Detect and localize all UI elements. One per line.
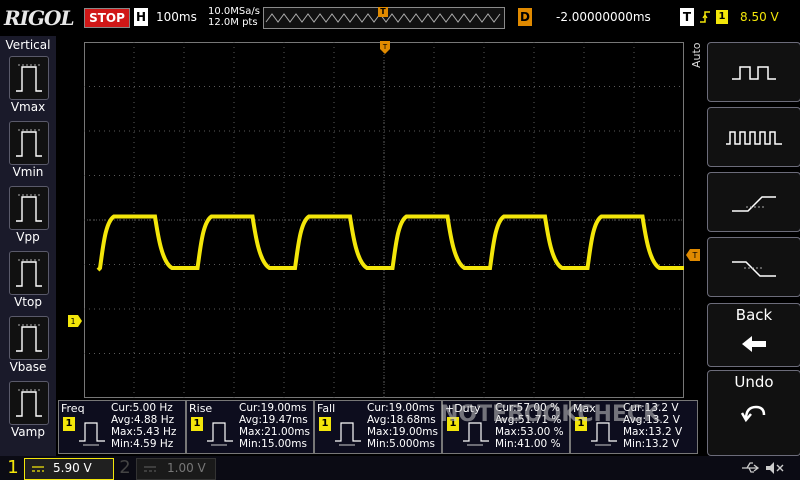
arrow-left-icon [742,336,766,352]
channel-1-scale-box[interactable]: 5.90 V [24,458,114,480]
channel-1-scale: 5.90 V [53,461,92,475]
back-label: Back [735,306,773,324]
vbase-icon [16,324,42,352]
back-button[interactable]: Back [707,303,800,367]
undo-icon [740,405,766,423]
measurement-freq[interactable]: Freq 1 Cur:5.00 Hz Avg:4.88 Hz Max:5.43 Hz Mi… [58,400,186,454]
run-stop-button[interactable]: STOP [84,8,130,28]
rising-edge-icon [732,196,776,212]
measurement-name: Rise [189,402,213,415]
measurement-average: Avg:19.47ms [239,414,308,426]
measurement-source-badge: 1 [319,417,331,431]
watermark: NOTEBOOKCHECK [440,402,661,427]
measure-vpp-button[interactable] [9,186,49,230]
measurement-minimum: Min:5.000ms [367,438,435,450]
waveform-display[interactable] [84,42,684,398]
measure-vmax-label: Vmax [10,100,46,114]
panel-title: Vertical [5,38,51,52]
measure-vtop-label: Vtop [14,295,42,309]
memory-depth: 12.0M pts [208,17,258,28]
vmax-icon [16,64,42,92]
rising-edge-icon [699,8,711,26]
measure-vmax-button[interactable] [9,56,49,100]
rise-measure-button[interactable] [707,172,800,232]
sample-rate: 10.0MSa/s [208,6,260,17]
trigger-level-marker[interactable]: T [686,246,700,261]
measurement-maximum: Max:21.00ms [239,426,311,438]
trigger-source-badge: 1 [716,10,728,24]
measurement-current: Cur:5.00 Hz [111,402,173,414]
measurement-maximum: Max:53.00 % [495,426,564,438]
measurement-current: Cur:19.00ms [239,402,307,414]
measure-vmin-button[interactable] [9,121,49,165]
fall-measure-button[interactable] [707,237,800,297]
measurement-current: Cur:19.00ms [367,402,435,414]
channel-1-marker-label: 1 [70,317,75,326]
undo-label: Undo [734,373,774,391]
undo-button[interactable]: Undo [707,370,800,456]
measurement-type-icon [79,422,105,446]
measurement-maximum: Max:13.2 V [623,426,683,438]
measure-vmin-label: Vmin [12,165,44,179]
measurement-name: Freq [61,402,85,415]
measurement-fall[interactable]: Fall 1 Cur:19.00ms Avg:18.68ms Max:19.00ms Mi… [314,400,442,454]
trigger-time-marker: T [380,40,390,54]
measurement-maximum: Max:5.43 Hz [111,426,177,438]
measurement-name: Fall [317,402,336,415]
measure-vtop-button[interactable] [9,251,49,295]
trigger-label: T [680,8,694,26]
freq-measure-button[interactable] [707,107,800,167]
measurement-average: Avg:4.88 Hz [111,414,175,426]
measurement-minimum: Min:41.00 % [495,438,561,450]
measurement-minimum: Min:13.2 V [623,438,680,450]
period-measure-button[interactable] [707,42,800,102]
measurement-source-badge: 1 [63,417,75,431]
measure-vbase-label: Vbase [9,360,47,374]
channel-1-number: 1 [7,457,19,478]
auto-mode-label: Auto [690,42,703,68]
measure-vpp-label: Vpp [16,230,40,244]
vmin-icon [16,129,42,157]
channel-1-offset-marker[interactable]: 1 [68,312,82,327]
measurement-type-icon [335,422,361,446]
speaker-muted-icon[interactable] [764,460,786,476]
measure-vamp-button[interactable] [9,381,49,425]
measurement-source-badge: 1 [191,417,203,431]
trigger-level-marker-label: T [692,251,698,260]
square-wave-icon [732,66,776,80]
measurement-rise[interactable]: Rise 1 Cur:19.00ms Avg:19.47ms Max:21.00ms Mi… [186,400,314,454]
measurement-type-icon [207,422,233,446]
horizontal-label: H [134,8,148,26]
measurement-minimum: Min:15.00ms [239,438,307,450]
memory-position-strip[interactable]: T [263,7,505,29]
measure-vamp-label: Vamp [11,425,45,439]
channel-2-scale-box[interactable]: 1.00 V [136,458,216,480]
dense-square-wave-icon [726,131,782,145]
graticule [84,42,684,398]
measurement-maximum: Max:19.00ms [367,426,439,438]
trigger-level[interactable]: 8.50 V [740,8,779,26]
dc-coupling-icon [32,466,44,472]
vpp-icon [16,194,42,222]
trigger-position-marker: T [378,7,388,17]
delay-value[interactable]: -2.00000000ms [556,8,651,26]
dc-coupling-icon [144,466,156,472]
channel-2-number: 2 [119,457,131,478]
channel-2-scale: 1.00 V [167,461,206,475]
timebase-value[interactable]: 100ms [156,8,197,26]
vtop-icon [16,259,42,287]
usb-icon [740,460,762,476]
vamp-icon [16,389,42,417]
delay-label: D [518,8,532,26]
measure-vbase-button[interactable] [9,316,49,360]
brand-logo: RIGOL [4,6,75,30]
acquisition-info: 10.0MSa/s 12.0M pts [208,6,260,28]
falling-edge-icon [732,261,776,277]
measurement-average: Avg:18.68ms [367,414,436,426]
svg-text:T: T [382,43,388,51]
measurement-minimum: Min:4.59 Hz [111,438,174,450]
channel-1-trace [96,214,684,272]
